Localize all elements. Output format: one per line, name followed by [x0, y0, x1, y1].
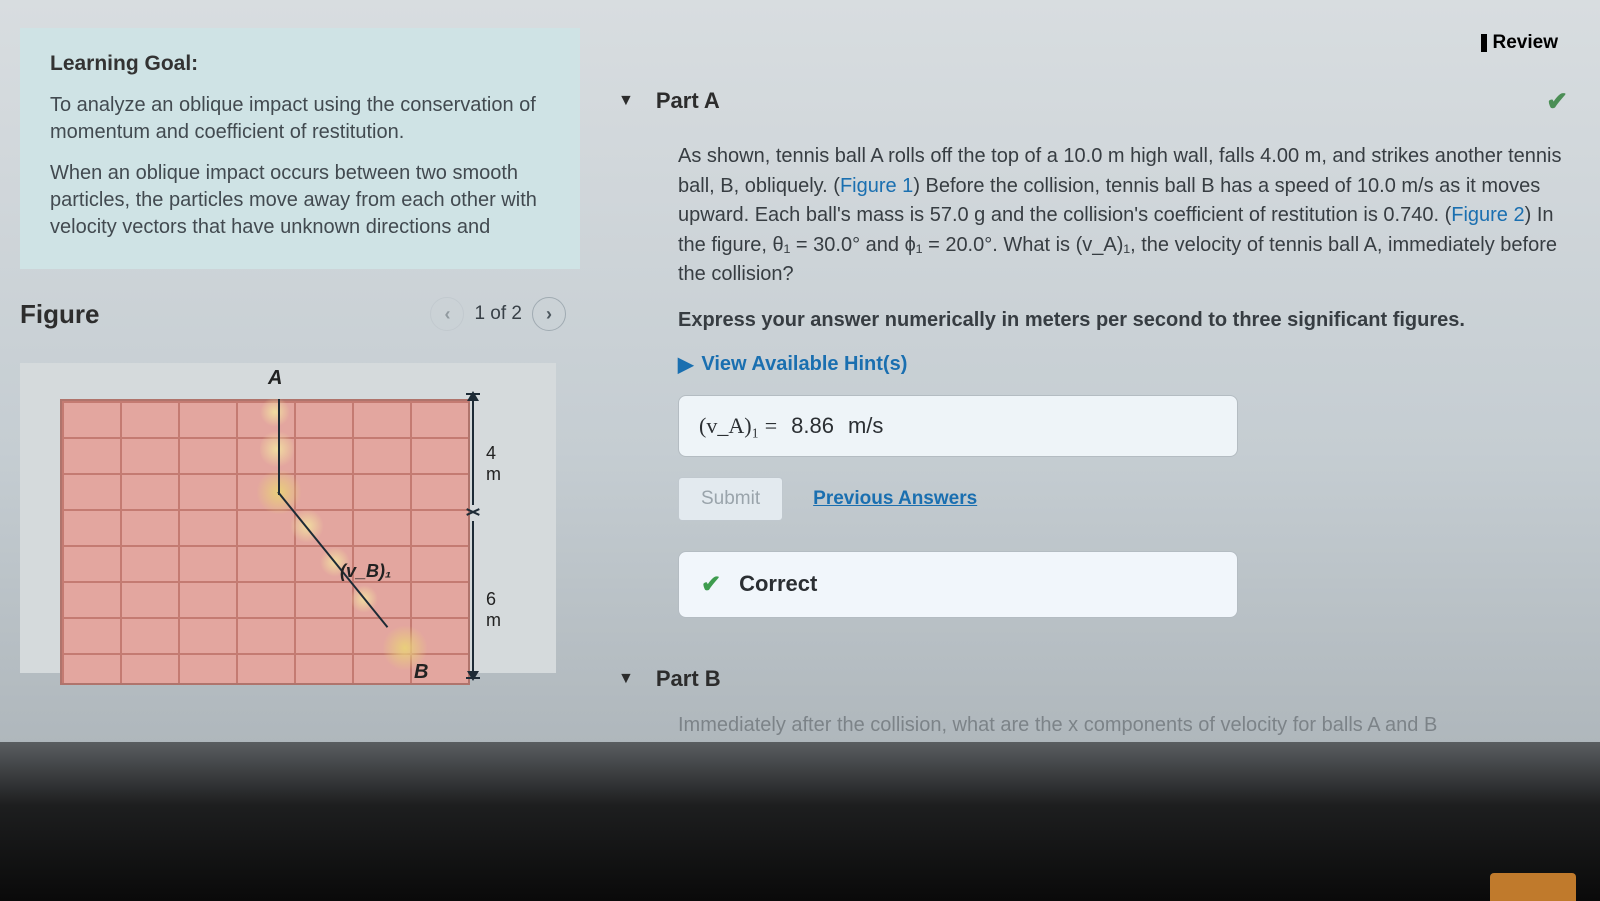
correct-label: Correct — [739, 571, 817, 597]
caret-down-icon: ▼ — [618, 670, 634, 688]
check-icon: ✔ — [1546, 86, 1568, 117]
view-hints-toggle[interactable]: ▶ View Available Hint(s) — [588, 336, 1576, 377]
ball-a-trail — [260, 397, 290, 427]
submit-button[interactable]: Submit — [678, 477, 783, 521]
figure-label-vb1: (v_B)₁ — [340, 561, 391, 582]
figure-page-indicator: 1 of 2 — [474, 303, 522, 325]
vector-a-line — [278, 399, 280, 495]
answer-unit: m/s — [848, 413, 883, 439]
caret-right-icon: ▶ — [678, 352, 693, 377]
learning-goal-text-1: To analyze an oblique impact using the c… — [50, 92, 556, 146]
figure-2-link[interactable]: Figure 2 — [1451, 204, 1524, 226]
figure-dimensions: 4 m 6 m — [462, 393, 512, 679]
figure-image: A (v_B)₁ B 4 m — [20, 363, 556, 673]
answer-symbol: (v_A)₁ = — [699, 413, 777, 439]
part-a-body: As shown, tennis ball A rolls off the to… — [588, 114, 1576, 336]
answer-value: 8.86 — [791, 413, 834, 439]
part-a-header[interactable]: ▼ Part A ✔ — [588, 32, 1576, 114]
orange-tab — [1490, 873, 1576, 901]
figure-pager: ‹ 1 of 2 › — [430, 297, 566, 331]
review-link[interactable]: Review — [1481, 32, 1558, 54]
view-hints-label: View Available Hint(s) — [701, 353, 907, 376]
figure-prev-button[interactable]: ‹ — [430, 297, 464, 331]
figure-title: Figure — [20, 299, 99, 330]
answer-display: (v_A)₁ = 8.86 m/s — [678, 395, 1238, 457]
figure-dim-4m: 4 m — [486, 443, 512, 485]
previous-answers-link[interactable]: Previous Answers — [813, 488, 977, 510]
part-b-header[interactable]: ▼ Part B — [588, 618, 1576, 692]
figure-label-a: A — [268, 367, 282, 390]
caret-down-icon: ▼ — [618, 92, 634, 110]
figure-label-b: B — [414, 661, 428, 684]
part-b-title: Part B — [656, 666, 721, 692]
review-label: Review — [1493, 32, 1558, 54]
figure-1-link[interactable]: Figure 1 — [840, 175, 913, 197]
learning-goal-panel: Learning Goal: To analyze an oblique imp… — [20, 28, 580, 269]
part-b-teaser: Immediately after the collision, what ar… — [588, 692, 1576, 737]
express-instruction: Express your answer numerically in meter… — [678, 306, 1562, 336]
check-icon: ✔ — [701, 570, 721, 599]
desk-foreground — [0, 742, 1600, 901]
part-a-title: Part A — [656, 88, 720, 114]
learning-goal-text-2: When an oblique impact occurs between tw… — [50, 160, 556, 241]
figure-dim-6m: 6 m — [486, 589, 512, 631]
correct-feedback: ✔ Correct — [678, 551, 1238, 618]
figure-next-button[interactable]: › — [532, 297, 566, 331]
ball-a-trail — [260, 429, 294, 469]
figure-header: Figure ‹ 1 of 2 › — [20, 297, 580, 331]
learning-goal-heading: Learning Goal: — [50, 52, 556, 76]
flag-icon — [1481, 34, 1487, 52]
